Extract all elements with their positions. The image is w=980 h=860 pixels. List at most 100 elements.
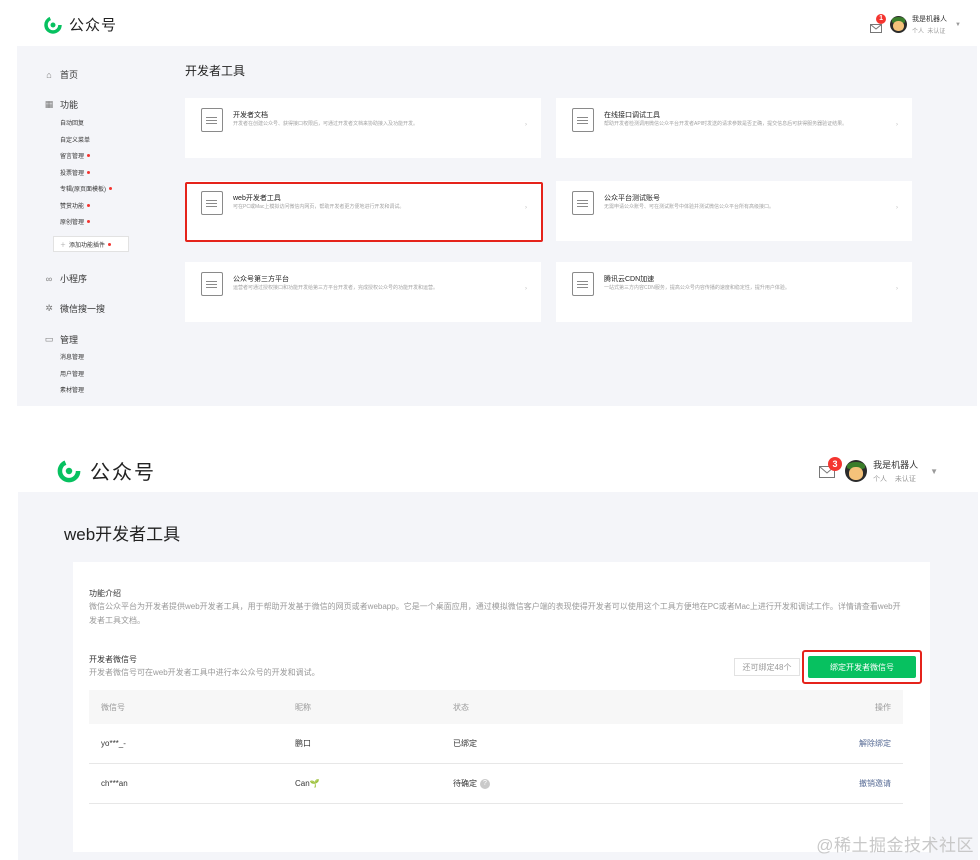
page-title: 开发者工具 bbox=[185, 64, 246, 78]
sidebar-group-manage[interactable]: ▭ 管理 bbox=[44, 333, 78, 346]
user-area[interactable]: 1 我是机器人 个人 未认证 ▼ bbox=[870, 14, 961, 35]
sidebar-subitem[interactable]: 素材管理 bbox=[60, 385, 84, 394]
user-name: 我是机器人 bbox=[912, 16, 948, 23]
sparkle-icon: ✲ bbox=[45, 303, 53, 313]
account-test-icon bbox=[572, 191, 594, 215]
chevron-right-icon: › bbox=[896, 286, 898, 292]
table-body: yo***_- 鹏口 已绑定 解除绑定 ch***an Can🌱 待确定? 撤销邀请 bbox=[89, 724, 903, 804]
link-icon: ∞ bbox=[45, 273, 53, 284]
chevron-down-icon[interactable]: ▼ bbox=[930, 467, 938, 476]
sidebar-subitem[interactable]: 投票管理 bbox=[60, 168, 91, 177]
status-cell: 已绑定 bbox=[453, 738, 783, 749]
status-cell: 待确定? bbox=[453, 778, 783, 789]
nickname-text: 鹏口 bbox=[295, 739, 311, 748]
new-dot bbox=[109, 187, 112, 190]
sidebar-subitem[interactable]: 赞赏功能 bbox=[60, 201, 91, 210]
mail-badge: 1 bbox=[876, 14, 887, 24]
chevron-right-icon: › bbox=[896, 205, 898, 211]
tool-card-description: 无需申请公众账号、可在测试账号中体验并测试微信公众平台所有高级接口。 bbox=[604, 204, 775, 210]
tool-card-title: 开发者文档 bbox=[233, 112, 268, 119]
tool-card[interactable]: 在线接口调试工具 帮助开发者检测调用微信公众平台开发者API时发送的请求参数是否正… bbox=[556, 98, 912, 158]
sidebar-subitem-label: 自定义菜单 bbox=[60, 137, 91, 144]
document-icon bbox=[201, 108, 223, 132]
sidebar: ⌂ 首页 ▦ 功能 自动回复自定义菜单留言管理投票管理专辑(原页面模板) 赞赏功能原创… bbox=[17, 46, 162, 406]
page-title: web开发者工具 bbox=[64, 525, 181, 544]
brand-logo[interactable]: 公众号 bbox=[56, 456, 156, 485]
add-plugin-button[interactable]: ＋添加功能插件 bbox=[53, 236, 129, 252]
user-sub: 个人 未认证 bbox=[873, 476, 916, 483]
table-row: yo***_- 鹏口 已绑定 解除绑定 bbox=[89, 724, 903, 764]
content-panel: 功能介绍 微信公众平台为开发者提供web开发者工具，用于帮助开发基于微信的网页或… bbox=[73, 562, 930, 852]
checklist-icon bbox=[572, 108, 594, 132]
user-sub: 个人 未认证 bbox=[912, 29, 946, 35]
monitor-icon: ▭ bbox=[44, 334, 54, 344]
chevron-right-icon: › bbox=[896, 122, 898, 128]
tool-card[interactable]: 腾讯云CDN加速一站式第三方内容CDN服务，提高公众号内容传播的速度和稳定性，提… bbox=[556, 262, 912, 322]
chevron-down-icon[interactable]: ▼ bbox=[955, 22, 961, 28]
sidebar-subitem[interactable]: 自动回复 bbox=[60, 118, 84, 127]
action-link[interactable]: 撤销邀请 bbox=[783, 778, 903, 789]
chevron-right-icon: › bbox=[525, 122, 527, 128]
tool-card-title: 公众号第三方平台 bbox=[233, 276, 289, 283]
brand-name: 公众号 bbox=[90, 462, 156, 484]
header-nickname: 昵称 bbox=[295, 702, 311, 712]
sidebar-subitem-label: 自动回复 bbox=[60, 121, 85, 127]
tool-card[interactable]: 公众平台测试账号无需申请公众账号、可在测试账号中体验并测试微信公众平台所有高级接… bbox=[556, 181, 912, 241]
highlight-box-bind-button bbox=[802, 650, 922, 684]
sidebar-subitem[interactable]: 留言管理 bbox=[60, 151, 91, 160]
tool-card-title: 腾讯云CDN加速 bbox=[604, 276, 655, 283]
developer-table: 微信号 昵称 状态 操作 yo***_- 鹏口 已绑定 解除绑定 ch***an Can🌱… bbox=[89, 690, 903, 804]
sidebar-subitem[interactable]: 用户管理 bbox=[60, 369, 84, 378]
developer-wechat-description: 开发者微信号可在web开发者工具中进行本公众号的开发和调试。 bbox=[89, 668, 320, 677]
tool-card-description: 开发者在创建公众号、获得接口权限后，可通过开发者文档来协助接入及功能开发。 bbox=[233, 121, 419, 127]
table-header: 微信号 昵称 状态 操作 bbox=[89, 690, 903, 724]
sidebar-subitem-label: 投票管理 bbox=[60, 170, 85, 177]
watermark: @稀土掘金技术社区 bbox=[816, 836, 974, 855]
new-dot bbox=[87, 220, 91, 223]
sidebar-item-home[interactable]: ⌂ 首页 bbox=[44, 68, 78, 81]
sidebar-item-miniprogram[interactable]: ∞ 小程序 bbox=[44, 272, 87, 285]
user-area[interactable]: 3 我是机器人 个人 未认证 ▼ bbox=[819, 457, 938, 484]
status-text: 待确定 bbox=[453, 779, 477, 788]
tool-card-description: 运营者可通过授权接口和功能开发给第三方平台开发者，完成授权公众号的功能开发和运营… bbox=[233, 285, 439, 291]
sidebar-subitem-label: 赞赏功能 bbox=[60, 203, 85, 210]
tool-card[interactable]: 开发者文档开发者在创建公众号、获得接口权限后，可通过开发者文档来协助接入及功能开… bbox=[185, 98, 541, 158]
home-icon: ⌂ bbox=[46, 69, 52, 80]
nickname-text: Can bbox=[295, 779, 310, 788]
user-name: 我是机器人 bbox=[873, 460, 919, 470]
composite-screenshot: 公众号 1 我是机器人 个人 未认证 ▼ ⌂ 首页 ▦ 功能 自动回复 自定义菜… bbox=[0, 0, 980, 860]
wechat-official-logo-icon bbox=[56, 458, 82, 484]
avatar[interactable] bbox=[890, 16, 908, 33]
avatar[interactable] bbox=[845, 460, 868, 482]
action-link[interactable]: 解除绑定 bbox=[783, 738, 903, 749]
developer-tools-list-screenshot: 公众号 1 我是机器人 个人 未认证 ▼ ⌂ 首页 ▦ 功能 自动回复 自定义菜… bbox=[17, 4, 977, 406]
intro-description: 微信公众平台为开发者提供web开发者工具，用于帮助开发基于微信的网页或者weba… bbox=[89, 602, 901, 625]
sidebar-subitem[interactable]: 自定义菜单 bbox=[60, 135, 90, 144]
header-wxid: 微信号 bbox=[101, 702, 125, 712]
mail-icon[interactable]: 1 bbox=[870, 14, 887, 33]
sidebar-item-wechat-search[interactable]: ✲ 微信搜一搜 bbox=[44, 302, 105, 315]
sidebar-subitem[interactable]: 原创管理 bbox=[60, 217, 91, 226]
top-bar: 公众号 1 我是机器人 个人 未认证 ▼ bbox=[17, 4, 977, 46]
mail-icon[interactable]: 3 bbox=[819, 457, 843, 478]
sidebar-subitem-label: 专辑(原页面模板) bbox=[60, 187, 106, 193]
grid-icon: ▦ bbox=[44, 99, 54, 109]
wxid-cell: ch***an bbox=[101, 779, 128, 788]
sidebar-group-features[interactable]: ▦ 功能 bbox=[44, 98, 78, 111]
top-bar: 公众号 3 我是机器人 个人 未认证 ▼ bbox=[18, 440, 978, 492]
help-icon[interactable]: ? bbox=[480, 778, 490, 789]
tool-card-description: 一站式第三方内容CDN服务，提高公众号内容传播的速度和稳定性，提升用户体验。 bbox=[604, 285, 790, 291]
intro-label: 功能介绍 bbox=[89, 589, 121, 598]
third-party-icon bbox=[201, 272, 223, 296]
tool-card-description: 帮助开发者检测调用微信公众平台开发者API时发送的请求参数是否正确，提交信息后可… bbox=[604, 121, 848, 127]
new-dot bbox=[87, 170, 91, 174]
web-devtools-screenshot: 公众号 3 我是机器人 个人 未认证 ▼ web开发者工具 功能介绍 微信公众平… bbox=[18, 440, 978, 860]
brand-name: 公众号 bbox=[69, 17, 118, 34]
sidebar-subitem-label: 留言管理 bbox=[60, 154, 85, 160]
sidebar-subitem[interactable]: 消息管理 bbox=[60, 352, 84, 361]
tool-card[interactable]: 公众号第三方平台运营者可通过授权接口和功能开发给第三方平台开发者，完成授权公众号… bbox=[185, 262, 541, 322]
sidebar-subitem[interactable]: 专辑(原页面模板) bbox=[60, 184, 112, 193]
tool-card-title: 公众平台测试账号 bbox=[604, 195, 660, 202]
brand-logo[interactable]: 公众号 bbox=[43, 14, 117, 35]
mail-badge: 3 bbox=[828, 457, 843, 471]
